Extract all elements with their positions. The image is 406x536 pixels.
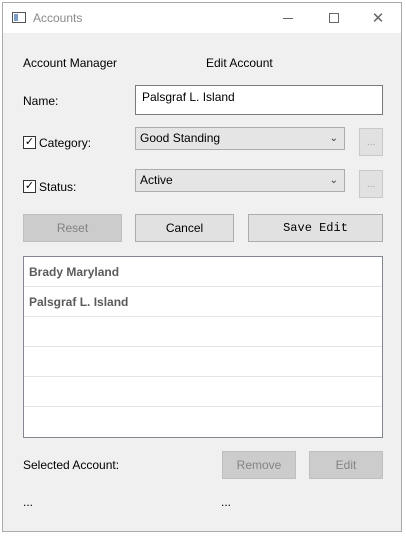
status-label: Status:	[39, 180, 77, 194]
selected-account-value: ...	[23, 495, 34, 509]
category-label: Category:	[39, 136, 92, 150]
mode-label: Edit Account	[206, 56, 273, 70]
maximize-button[interactable]	[311, 3, 357, 33]
selected-account-detail: ...	[221, 495, 232, 509]
check-icon: ✓	[24, 180, 35, 192]
check-icon: ✓	[24, 136, 35, 148]
edit-button[interactable]: Edit	[309, 451, 383, 479]
category-select[interactable]: Good Standing ⌄	[135, 127, 345, 150]
close-button[interactable]: ✕	[355, 3, 401, 33]
status-checkbox[interactable]: ✓	[23, 180, 36, 193]
category-browse-button[interactable]: ...	[359, 128, 383, 156]
minimize-button[interactable]	[265, 3, 311, 33]
remove-button[interactable]: Remove	[222, 451, 296, 479]
list-item[interactable]: Brady Maryland	[24, 257, 382, 287]
selected-account-label: Selected Account:	[23, 458, 120, 472]
name-label: Name:	[23, 94, 59, 108]
accounts-window: Accounts ✕ Account Manager Edit Account …	[2, 2, 402, 532]
reset-button[interactable]: Reset	[23, 214, 122, 242]
minimize-icon	[283, 17, 293, 19]
close-icon: ✕	[371, 9, 385, 27]
window-title: Accounts	[33, 11, 83, 25]
category-checkbox[interactable]: ✓	[23, 136, 36, 149]
status-select[interactable]: Active ⌄	[135, 169, 345, 192]
accounts-list[interactable]: Brady Maryland Palsgraf L. Island	[23, 256, 383, 438]
list-item[interactable]: Palsgraf L. Island	[24, 287, 382, 317]
name-field[interactable]: Palsgraf L. Island	[135, 85, 383, 115]
list-item[interactable]	[24, 407, 382, 437]
list-item[interactable]	[24, 377, 382, 407]
category-select-value: Good Standing	[140, 131, 221, 145]
status-browse-button[interactable]: ...	[359, 170, 383, 198]
save-edit-button[interactable]: Save Edit	[248, 214, 383, 242]
chevron-down-icon: ⌄	[329, 133, 338, 144]
list-item[interactable]	[24, 317, 382, 347]
title-bar[interactable]: Accounts ✕	[3, 3, 401, 33]
chevron-down-icon: ⌄	[329, 175, 338, 186]
account-manager-label: Account Manager	[23, 56, 118, 70]
cancel-button[interactable]: Cancel	[135, 214, 234, 242]
status-select-value: Active	[140, 173, 173, 187]
app-icon	[12, 12, 26, 23]
list-item[interactable]	[24, 347, 382, 377]
maximize-icon	[329, 13, 339, 23]
